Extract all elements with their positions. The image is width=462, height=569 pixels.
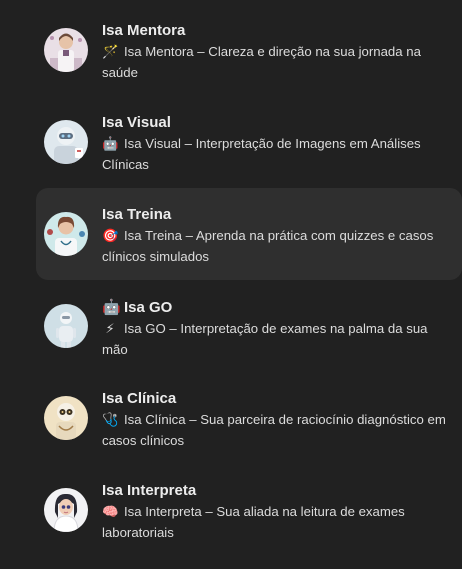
treina-doctor-avatar	[44, 212, 88, 256]
target-icon: 🎯	[102, 229, 119, 244]
gpt-description-text: Isa GO – Interpretação de exames na palm…	[102, 321, 428, 357]
gpt-list: Isa Mentora 🪄 Isa Mentora – Clareza e dir…	[36, 4, 462, 556]
mentora-doctor-avatar	[44, 28, 88, 72]
gpt-name: Isa Treina	[102, 206, 172, 223]
gpt-name: Isa Clínica	[102, 390, 177, 407]
gpt-name-text: Isa GO	[124, 299, 173, 316]
gpt-description: 🪄 Isa Mentora – Clareza e direção na sua …	[102, 42, 450, 83]
gpt-name: Isa Interpreta	[102, 482, 197, 499]
gpt-description-text: Isa Treina – Aprenda na prática com quiz…	[102, 228, 434, 264]
interpreta-avatar	[44, 488, 88, 532]
gpt-description: 🎯 Isa Treina – Aprenda na prática com qui…	[102, 226, 450, 267]
visual-robot-avatar	[44, 120, 88, 164]
gpt-description-text: Isa Clínica – Sua parceira de raciocínio…	[102, 412, 446, 448]
gpt-name: Isa Mentora	[102, 22, 186, 39]
gpt-item-isa-clinica[interactable]: Isa Clínica 🩺 Isa Clínica – Sua parceira …	[36, 372, 462, 464]
gpt-description-text: Isa Visual – Interpretação de Imagens em…	[102, 136, 421, 172]
gpt-item-isa-mentora[interactable]: Isa Mentora 🪄 Isa Mentora – Clareza e dir…	[36, 4, 462, 96]
gpt-item-isa-treina[interactable]: Isa Treina 🎯 Isa Treina – Aprenda na prát…	[36, 188, 462, 280]
magic-wand-icon: 🪄	[102, 45, 119, 60]
gpt-item-isa-interpreta[interactable]: Isa Interpreta 🧠 Isa Interpreta – Sua ali…	[36, 464, 462, 556]
gpt-description: 🤖 Isa Visual – Interpretação de Imagens e…	[102, 134, 450, 175]
robot-icon: 🤖	[102, 298, 121, 316]
gpt-description: 🩺 Isa Clínica – Sua parceira de raciocíni…	[102, 410, 450, 451]
gpt-name: Isa Visual	[102, 114, 171, 131]
gpt-description-text: Isa Interpreta – Sua aliada na leitura d…	[102, 504, 405, 540]
clinica-robot-avatar	[44, 396, 88, 440]
gpt-item-isa-visual[interactable]: Isa Visual 🤖 Isa Visual – Interpretação d…	[36, 96, 462, 188]
lightning-icon: ⚡	[105, 322, 115, 337]
robot-icon: 🤖	[102, 137, 119, 152]
stethoscope-icon: 🩺	[102, 413, 119, 428]
gpt-description-text: Isa Mentora – Clareza e direção na sua j…	[102, 44, 421, 80]
gpt-description: ⚡ Isa GO – Interpretação de exames na pal…	[102, 319, 450, 360]
gpt-name: 🤖 Isa GO	[102, 297, 450, 318]
gpt-description: 🧠 Isa Interpreta – Sua aliada na leitura …	[102, 502, 450, 543]
gpt-item-isa-go[interactable]: 🤖 Isa GO ⚡ Isa GO – Interpretação de exame…	[36, 280, 462, 372]
brain-icon: 🧠	[102, 505, 119, 520]
go-robot-avatar	[44, 304, 88, 348]
